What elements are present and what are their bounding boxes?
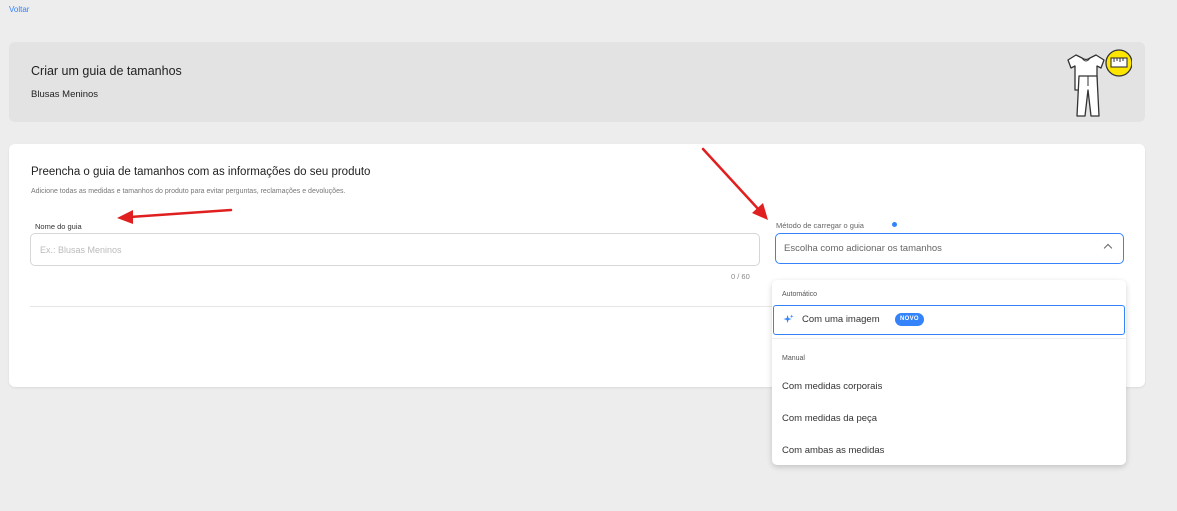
clothing-ruler-icon	[1067, 49, 1132, 117]
option-both-measurements[interactable]: Com ambas as medidas	[772, 435, 1126, 465]
option-label: Com medidas da peça	[782, 413, 878, 424]
upload-method-select[interactable]: Escolha como adicionar os tamanhos	[775, 233, 1124, 264]
chevron-up-icon	[1103, 243, 1113, 253]
new-badge: NOVO	[895, 313, 924, 326]
option-label: Com uma imagem	[802, 314, 880, 325]
option-label: Com ambas as medidas	[782, 445, 885, 456]
form-description: Adicione todas as medidas e tamanhos do …	[31, 188, 346, 195]
category-name: Blusas Meninos	[31, 89, 99, 100]
sparkle-icon	[783, 314, 794, 324]
option-label: Com medidas corporais	[782, 381, 883, 392]
option-body-measurements[interactable]: Com medidas corporais	[772, 371, 1126, 401]
upload-method-label: Método de carregar o guia	[776, 221, 864, 230]
guide-name-label: Nome do guia	[35, 222, 82, 231]
upload-method-placeholder: Escolha como adicionar os tamanhos	[784, 243, 942, 254]
form-divider	[30, 306, 775, 307]
char-counter: 0 / 60	[731, 272, 750, 281]
back-link[interactable]: Voltar	[9, 5, 29, 14]
page-title: Criar um guia de tamanhos	[31, 64, 182, 78]
guide-name-input[interactable]	[30, 233, 760, 266]
group-label-manual: Manual	[782, 355, 805, 362]
header-card: Criar um guia de tamanhos Blusas Meninos	[9, 42, 1145, 122]
upload-method-dropdown: Automático Com uma imagem NOVO Manual Co…	[772, 280, 1126, 465]
option-with-image[interactable]: Com uma imagem NOVO	[773, 305, 1125, 335]
upload-method-field: Método de carregar o guia Escolha como a…	[775, 221, 1125, 271]
option-garment-measurements[interactable]: Com medidas da peça	[772, 403, 1126, 433]
info-dot-icon[interactable]	[892, 222, 897, 227]
form-title: Preencha o guia de tamanhos com as infor…	[31, 166, 371, 178]
group-label-automatic: Automático	[782, 291, 818, 298]
dropdown-divider	[772, 338, 1126, 339]
